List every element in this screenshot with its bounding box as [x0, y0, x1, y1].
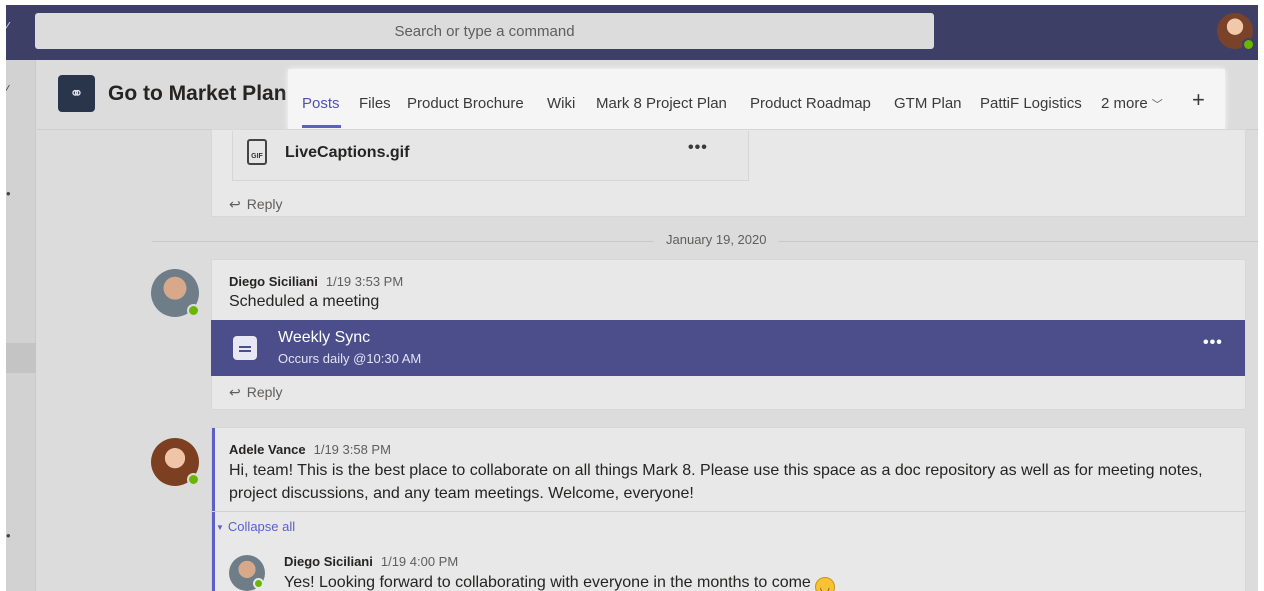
meeting-recurrence: Occurs daily @10:30 AM [278, 351, 422, 366]
app-launcher-icon[interactable]: ⁄ [6, 19, 9, 36]
reply-author[interactable]: Diego Siciliani [284, 554, 373, 569]
presence-available-icon [253, 578, 264, 589]
reply-label: Reply [246, 196, 283, 212]
top-bar: ⁄ Search or type a command [6, 5, 1258, 60]
reply-message: Yes! Looking forward to collaborating wi… [284, 572, 835, 591]
collapse-all-button[interactable]: ▼ Collapse all [216, 519, 295, 534]
reply-timestamp: 1/19 4:00 PM [380, 554, 459, 569]
rail-dot-icon: • [6, 186, 11, 201]
meeting-more-options-icon[interactable]: ••• [1203, 334, 1223, 352]
post-author-line: Adele Vance 1/19 3:58 PM [229, 442, 391, 457]
team-name: Go to Market Plan [108, 82, 287, 105]
collapse-triangle-icon: ▼ [216, 523, 224, 533]
profile-presence-icon [1242, 38, 1255, 51]
post-message-line-2: project discussions, and any team meetin… [229, 485, 694, 502]
reply-button[interactable]: ↩ Reply [229, 384, 283, 401]
attachment-file-name[interactable]: LiveCaptions.gif [285, 144, 409, 162]
tab-gtm-plan[interactable]: GTM Plan [894, 95, 962, 112]
post-message: Scheduled a meeting [229, 293, 380, 310]
reply-arrow-icon: ↩ [229, 384, 241, 400]
post-timestamp: 1/19 3:58 PM [313, 442, 391, 457]
team-logo-icon[interactable]: ⚭ [58, 75, 95, 112]
presence-available-icon [187, 473, 200, 486]
tab-product-brochure[interactable]: Product Brochure [407, 95, 524, 112]
search-placeholder: Search or type a command [394, 22, 575, 40]
chevron-down-icon: ﹀ [1151, 99, 1163, 111]
tab-mark-8-project-plan[interactable]: Mark 8 Project Plan [596, 95, 727, 112]
reply-message-text: Yes! Looking forward to collaborating wi… [284, 574, 811, 591]
channel-tabs: Posts Files Product Brochure Wiki Mark 8… [288, 69, 1225, 131]
active-tab-indicator [302, 125, 341, 128]
meeting-card[interactable]: Weekly Sync Occurs daily @10:30 AM ••• [211, 320, 1245, 376]
tab-files[interactable]: Files [359, 95, 391, 112]
channel-header: ⚭ Go to Market Plan Posts Files Product … [37, 60, 1258, 131]
rail-selected-item[interactable] [6, 343, 36, 373]
reply-label: Reply [246, 384, 283, 400]
search-input[interactable]: Search or type a command [35, 13, 934, 49]
teams-window: ⁄ Search or type a command ⁄ • • ⚭ Go to… [6, 5, 1258, 591]
meeting-title: Weekly Sync [278, 329, 371, 346]
rail-dot-icon: • [6, 528, 11, 543]
reply-author-line: Diego Siciliani 1/19 4:00 PM [284, 554, 458, 569]
reply-arrow-icon: ↩ [229, 196, 241, 212]
tab-wiki[interactable]: Wiki [547, 95, 575, 112]
thread-divider [211, 511, 1246, 512]
tab-product-roadmap[interactable]: Product Roadmap [750, 95, 871, 112]
collapse-all-label: Collapse all [227, 519, 296, 534]
calendar-icon [233, 336, 257, 360]
attachment-tile[interactable]: GIF LiveCaptions.gif ••• [232, 131, 749, 181]
post-message-line-1: Hi, team! This is the best place to coll… [229, 462, 1203, 479]
post-author[interactable]: Diego Siciliani [229, 274, 318, 289]
rail-icon-top[interactable]: ⁄ [6, 82, 8, 97]
date-divider-label: January 19, 2020 [654, 232, 779, 247]
post-author[interactable]: Adele Vance [229, 442, 306, 457]
attachment-more-options-icon[interactable]: ••• [688, 139, 708, 157]
more-tabs-label: 2 more [1101, 95, 1148, 112]
tab-pattif-logistics[interactable]: PattiF Logistics [980, 95, 1082, 112]
post-timestamp: 1/19 3:53 PM [325, 274, 404, 289]
gif-file-icon: GIF [247, 139, 267, 165]
reply-button[interactable]: ↩ Reply [229, 196, 283, 213]
left-rail: ⁄ • • [6, 60, 36, 591]
tab-posts[interactable]: Posts [302, 95, 340, 112]
presence-available-icon [187, 304, 200, 317]
add-tab-button[interactable]: + [1192, 87, 1205, 113]
unread-accent-bar [212, 428, 215, 591]
smile-emoji-icon: ◡ [814, 577, 835, 591]
more-tabs-button[interactable]: 2 more ﹀ [1101, 95, 1163, 112]
posts-feed: GIF LiveCaptions.gif ••• ↩ Reply January … [37, 129, 1258, 591]
post-author-line: Diego Siciliani 1/19 3:53 PM [229, 274, 403, 289]
